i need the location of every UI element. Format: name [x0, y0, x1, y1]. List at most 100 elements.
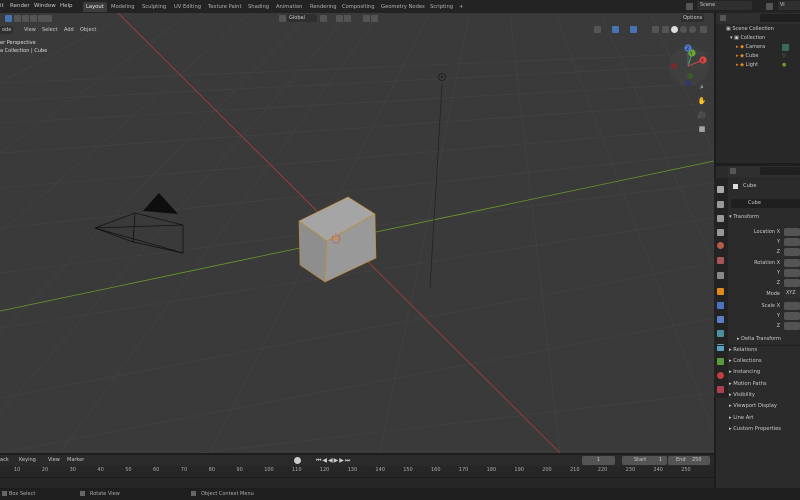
menu-help[interactable]: Help	[60, 3, 73, 9]
select-menu[interactable]: Select	[42, 27, 57, 33]
tab-rendering[interactable]: Rendering	[307, 2, 340, 12]
output-tab-icon[interactable]	[717, 215, 724, 222]
rotation-x-field[interactable]	[784, 259, 800, 267]
camera-data-icon[interactable]	[782, 44, 789, 51]
start-frame-field[interactable]: Start 1	[622, 456, 667, 465]
rotation-mode-dropdown[interactable]: XYZ E	[784, 290, 800, 298]
outliner-item-light[interactable]: ▸ ◆ Light ●	[716, 61, 800, 70]
properties-type-icon[interactable]	[730, 168, 736, 174]
overlay-toggle-icon[interactable]	[630, 26, 637, 33]
outliner-collection[interactable]: ▾ ▣ Collection	[716, 34, 800, 43]
location-y-field[interactable]	[784, 238, 800, 246]
playback-menu[interactable]: ack	[0, 457, 9, 463]
tab-modeling[interactable]: Modeling	[108, 2, 138, 12]
outliner-search-input[interactable]	[760, 14, 800, 22]
motion-paths-panel[interactable]: ▸ Motion Paths	[729, 381, 767, 387]
transform-panel-header[interactable]: ▾ Transform	[729, 214, 759, 220]
outliner-scene-collection[interactable]: ▣ Scene Collection	[716, 25, 800, 34]
scale-y-field[interactable]	[784, 312, 800, 320]
camera-view-icon[interactable]: 🎥	[696, 109, 708, 121]
3d-viewport[interactable]: X Y Z ⌕ ✋ 🎥 ▦ er Perspective a Collectio…	[0, 13, 714, 453]
render-tab-icon[interactable]	[717, 201, 724, 208]
cube-object[interactable]	[298, 196, 377, 283]
rotation-y-field[interactable]	[784, 269, 800, 277]
custom-properties-panel[interactable]: ▸ Custom Properties	[729, 426, 781, 432]
tab-scripting[interactable]: Scripting	[427, 2, 456, 12]
add-menu[interactable]: Add	[64, 27, 74, 33]
shading-options-icon[interactable]	[700, 26, 707, 33]
visibility-panel[interactable]: ▸ Visibility	[729, 392, 755, 398]
shading-wireframe-icon[interactable]	[662, 26, 669, 33]
pan-hand-icon[interactable]: ✋	[696, 95, 708, 107]
proportional-falloff-icon[interactable]	[371, 15, 378, 22]
view-layer-selector[interactable]: Vi	[778, 1, 800, 10]
add-workspace-button[interactable]: +	[456, 2, 466, 12]
end-frame-field[interactable]: End 250	[668, 456, 710, 465]
viewport-display-panel[interactable]: ▸ Viewport Display	[729, 403, 777, 409]
object-name-field[interactable]: Cube	[731, 199, 800, 208]
grid-toggle-icon[interactable]: ▦	[696, 123, 708, 135]
playback-controls[interactable]: ⏮◀◀▶▶⏭	[316, 457, 351, 465]
scale-z-field[interactable]	[784, 322, 800, 330]
material-tab-icon[interactable]	[717, 372, 724, 379]
shading-solid-icon[interactable]	[671, 26, 678, 33]
scene-selector[interactable]: Scene	[697, 1, 752, 10]
object-menu[interactable]: Object	[80, 27, 96, 33]
proportional-edit-icon[interactable]	[363, 15, 370, 22]
select-mode-icon-5[interactable]	[45, 15, 52, 22]
snap-target-icon[interactable]	[344, 15, 351, 22]
collections-panel[interactable]: ▸ Collections	[729, 358, 762, 364]
tab-geometry-nodes[interactable]: Geometry Nodes	[378, 2, 428, 12]
transform-orientation-dropdown[interactable]: Global	[287, 14, 317, 22]
physics-tab-icon[interactable]	[717, 330, 724, 337]
options-dropdown[interactable]: Options	[681, 14, 705, 22]
relations-panel[interactable]: ▸ Relations	[729, 347, 757, 353]
marker-menu[interactable]: Marker	[67, 457, 84, 463]
outliner-item-camera[interactable]: ▸ ◆ Camera	[716, 43, 800, 52]
shading-material-icon[interactable]	[680, 26, 687, 33]
line-art-panel[interactable]: ▸ Line Art	[729, 415, 753, 421]
rotation-z-field[interactable]	[784, 279, 800, 287]
snap-icon[interactable]	[336, 15, 343, 22]
location-z-field[interactable]	[784, 248, 800, 256]
mode-dropdown[interactable]: ode	[0, 26, 14, 34]
menu-render[interactable]: Render	[10, 3, 30, 9]
delta-transform-panel[interactable]: ▸ Delta Transform	[737, 336, 781, 342]
visibility-icon[interactable]	[594, 26, 601, 33]
auto-key-record-icon[interactable]	[294, 457, 301, 464]
light-data-icon[interactable]: ●	[782, 61, 786, 70]
menu-edit[interactable]: it	[0, 3, 4, 9]
modifier-tab-icon[interactable]	[717, 302, 724, 309]
view-menu[interactable]: View	[24, 27, 36, 33]
modifier-icon[interactable]: ▽	[782, 52, 786, 61]
tab-shading[interactable]: Shading	[245, 2, 272, 12]
outliner-item-cube[interactable]: ▸ ◆ Cube ▽	[716, 52, 800, 61]
select-mode-icon-4[interactable]	[38, 15, 45, 22]
keying-menu[interactable]: Keying	[19, 457, 36, 463]
menu-window[interactable]: Window	[34, 3, 56, 9]
tab-layout[interactable]: Layout	[83, 2, 107, 12]
tab-compositing[interactable]: Compositing	[339, 2, 378, 12]
properties-search-input[interactable]	[760, 167, 800, 175]
pivot-icon[interactable]	[320, 15, 327, 22]
zoom-icon[interactable]: ⌕	[696, 81, 708, 93]
gizmo-toggle-icon[interactable]	[612, 26, 619, 33]
view-layer-tab-icon[interactable]	[717, 229, 724, 236]
texture-tab-icon[interactable]	[717, 386, 724, 393]
tab-animation[interactable]: Animation	[273, 2, 305, 12]
outliner-mode-icon[interactable]	[720, 15, 726, 21]
tab-uv-editing[interactable]: UV Editing	[171, 2, 204, 12]
collection-tab-icon[interactable]	[717, 272, 724, 279]
tab-texture-paint[interactable]: Texture Paint	[205, 2, 244, 12]
object-tab-icon[interactable]	[717, 288, 724, 295]
select-box-tool-icon[interactable]	[5, 15, 12, 22]
scene-tab-icon[interactable]	[717, 242, 724, 249]
select-mode-icon-3[interactable]	[30, 15, 37, 22]
tool-tab-icon[interactable]	[717, 186, 724, 193]
xray-toggle-icon[interactable]	[652, 26, 659, 33]
particles-tab-icon[interactable]	[717, 316, 724, 323]
select-mode-icon-2[interactable]	[22, 15, 29, 22]
timeline-view-menu[interactable]: View	[48, 457, 60, 463]
world-tab-icon[interactable]	[717, 257, 724, 264]
scale-x-field[interactable]	[784, 302, 800, 310]
